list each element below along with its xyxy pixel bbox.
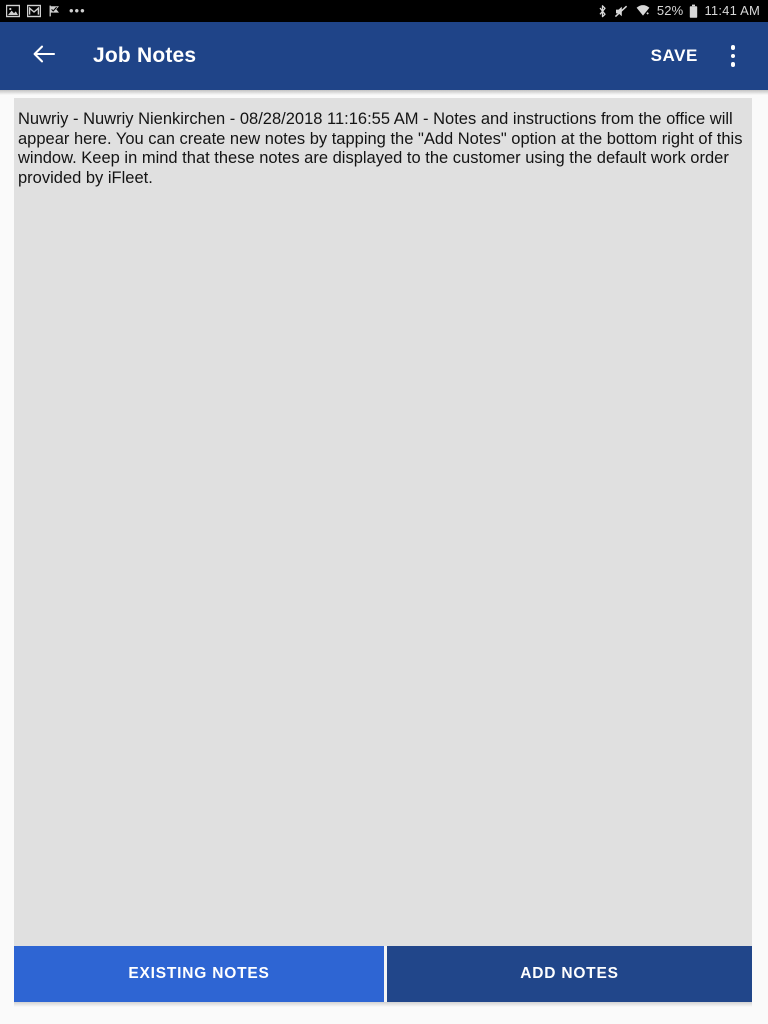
gmail-icon	[27, 4, 41, 18]
page-title: Job Notes	[93, 44, 197, 67]
arrow-back-icon	[31, 41, 57, 72]
status-bar-right-icons: 52% 11:41 AM	[597, 0, 760, 22]
battery-icon	[689, 4, 698, 19]
wifi-icon	[635, 4, 651, 18]
overflow-menu-button[interactable]	[712, 33, 754, 79]
status-bar-left-icons: •••	[6, 4, 86, 18]
more-vert-icon-dot-1	[730, 45, 736, 50]
more-vert-icon-dot-3	[730, 62, 736, 67]
add-notes-button[interactable]: ADD NOTES	[387, 946, 752, 1002]
notes-text: Nuwriy - Nuwriy Nienkirchen - 08/28/2018…	[18, 110, 748, 187]
bottom-blank-area	[0, 1007, 768, 1024]
flag-check-icon	[48, 4, 62, 18]
notes-content-panel: Nuwriy - Nuwriy Nienkirchen - 08/28/2018…	[14, 98, 752, 946]
battery-percent-label: 52%	[656, 3, 684, 18]
clock-label: 11:41 AM	[704, 3, 760, 18]
photo-icon	[6, 4, 20, 18]
save-button[interactable]: SAVE	[643, 36, 706, 76]
more-vert-icon-dot-2	[730, 53, 736, 59]
back-button[interactable]	[24, 36, 64, 76]
bottom-tab-bar: EXISTING NOTES ADD NOTES	[14, 946, 752, 1002]
status-bar: ••• 52% 11:41 AM	[0, 0, 768, 22]
bluetooth-icon	[597, 4, 608, 19]
app-bar: Job Notes SAVE	[0, 22, 768, 90]
mute-icon	[614, 4, 629, 19]
existing-notes-button[interactable]: EXISTING NOTES	[14, 946, 384, 1002]
status-overflow-indicator: •••	[69, 3, 86, 18]
page-body: Nuwriy - Nuwriy Nienkirchen - 08/28/2018…	[0, 90, 768, 1024]
app-bar-shadow	[0, 90, 768, 95]
